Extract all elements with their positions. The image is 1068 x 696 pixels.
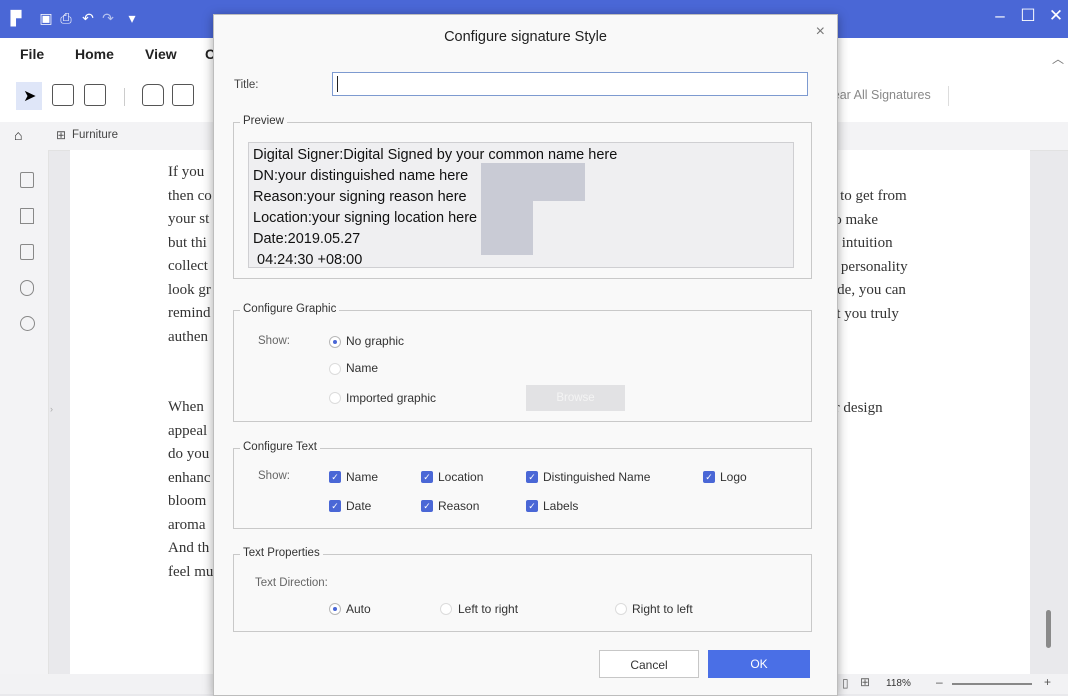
graphic-show-label: Show:: [258, 335, 290, 347]
radio-right-to-left[interactable]: [615, 603, 627, 615]
checkbox-reason[interactable]: ✓: [421, 500, 433, 512]
tab-furniture[interactable]: Furniture: [72, 129, 118, 141]
name-checkbox-label: Name: [346, 470, 379, 484]
cancel-button[interactable]: Cancel: [599, 650, 699, 678]
ok-button[interactable]: OK: [708, 650, 810, 678]
location-checkbox-label: Location: [438, 470, 484, 484]
browse-button[interactable]: Browse: [526, 385, 625, 411]
left-to-right-label: Left to right: [458, 602, 519, 616]
toolbar-divider: [948, 86, 949, 106]
text-direction-label: Text Direction:: [255, 577, 328, 589]
preview-line: DN:your distinguished name here: [253, 168, 469, 184]
attachment-icon[interactable]: [20, 280, 34, 296]
preview-legend: Preview: [240, 115, 287, 127]
edit-tool-icon[interactable]: [84, 84, 106, 106]
preview-graphic-shape: [481, 201, 533, 255]
minimize-icon[interactable]: –: [988, 6, 1012, 26]
zoom-out-button[interactable]: –: [936, 675, 943, 689]
auto-label: Auto: [346, 602, 371, 616]
preview-line: Digital Signer:Digital Signed by your co…: [253, 147, 618, 163]
radio-left-to-right[interactable]: [440, 603, 452, 615]
preview-line: 04:24:30 +08:00: [253, 252, 363, 268]
text-properties-legend: Text Properties: [240, 547, 323, 559]
radio-imported-graphic[interactable]: [329, 392, 341, 404]
cursor-icon: ➤: [23, 88, 37, 105]
tab-icon: ⊞: [56, 128, 67, 142]
text-show-label: Show:: [258, 470, 290, 482]
comment-icon[interactable]: [20, 244, 34, 260]
checkbox-date[interactable]: ✓: [329, 500, 341, 512]
title-field-label: Title:: [234, 79, 259, 91]
checkbox-distinguished-name[interactable]: ✓: [526, 471, 538, 483]
redo-icon[interactable]: ↷: [100, 10, 116, 26]
text-caret: [337, 76, 338, 92]
radio-name[interactable]: [329, 363, 341, 375]
app-logo-icon: ▛: [10, 10, 22, 26]
two-page-icon[interactable]: ⊞: [860, 675, 870, 689]
pages-icon[interactable]: [20, 172, 34, 188]
close-icon[interactable]: ×: [816, 23, 825, 41]
right-to-left-label: Right to left: [632, 602, 693, 616]
configure-text-legend: Configure Text: [240, 441, 320, 453]
configure-graphic-group: Configure Graphic: [233, 303, 812, 422]
vertical-scrollbar[interactable]: [1046, 610, 1051, 648]
clear-all-signatures-button[interactable]: lear All Signatures: [830, 88, 931, 102]
document-security-icon[interactable]: [172, 84, 194, 106]
select-tool[interactable]: ➤: [16, 82, 42, 110]
left-sidebar: ›: [0, 150, 53, 694]
date-checkbox-label: Date: [346, 499, 372, 513]
dialog-title: Configure signature Style: [444, 29, 607, 45]
signature-preview: Digital Signer:Digital Signed by your co…: [248, 142, 794, 268]
configure-signature-dialog: Configure signature Style × Title: Previ…: [213, 14, 838, 696]
checkbox-name[interactable]: ✓: [329, 471, 341, 483]
undo-icon[interactable]: ↶: [80, 10, 96, 26]
preview-line: Reason:your signing reason here: [253, 189, 467, 205]
sidebar-expand-icon[interactable]: ›: [50, 404, 53, 414]
radio-no-graphic[interactable]: [329, 336, 341, 348]
configure-graphic-legend: Configure Graphic: [240, 303, 340, 315]
preview-line: Date:2019.05.27: [253, 231, 361, 247]
checkbox-labels[interactable]: ✓: [526, 500, 538, 512]
quick-access-dropdown-icon[interactable]: ▾: [124, 10, 140, 26]
menu-view[interactable]: View: [145, 46, 177, 62]
bookmark-icon[interactable]: [20, 208, 34, 224]
labels-checkbox-label: Labels: [543, 499, 579, 513]
checkbox-location[interactable]: ✓: [421, 471, 433, 483]
search-panel-icon[interactable]: [20, 316, 35, 331]
text-properties-group: Text Properties: [233, 547, 812, 632]
logo-checkbox-label: Logo: [720, 470, 747, 484]
no-graphic-label: No graphic: [346, 334, 405, 348]
maximize-icon[interactable]: ☐: [1016, 6, 1040, 26]
preview-line: Location:your signing location here: [253, 210, 478, 226]
zoom-slider[interactable]: [952, 683, 1032, 685]
single-page-icon[interactable]: ▯: [842, 676, 849, 690]
menu-home[interactable]: Home: [75, 46, 114, 62]
document-text-left: If you then co your st but thi collect l…: [168, 164, 214, 580]
name-graphic-label: Name: [346, 361, 379, 375]
close-window-icon[interactable]: ✕: [1044, 6, 1068, 26]
imported-graphic-label: Imported graphic: [346, 391, 437, 405]
lock-icon[interactable]: [142, 84, 164, 106]
preview-graphic-shape: [481, 163, 585, 201]
home-icon[interactable]: ⌂: [14, 127, 22, 143]
save-icon[interactable]: ▣: [38, 10, 54, 26]
print-icon[interactable]: ⎙: [58, 10, 74, 26]
distinguished-name-checkbox-label: Distinguished Name: [543, 470, 651, 484]
zoom-level[interactable]: 118%: [886, 678, 911, 689]
radio-auto[interactable]: [329, 603, 341, 615]
reason-checkbox-label: Reason: [438, 499, 480, 513]
zoom-in-button[interactable]: +: [1044, 675, 1051, 689]
menu-file[interactable]: File: [20, 46, 44, 62]
toolbar-divider: [124, 88, 125, 106]
hand-tool-icon[interactable]: [52, 84, 74, 106]
title-input[interactable]: [332, 72, 808, 96]
configure-text-group: Configure Text: [233, 441, 812, 529]
collapse-ribbon-icon[interactable]: ︿: [1052, 50, 1064, 67]
checkbox-logo[interactable]: ✓: [703, 471, 715, 483]
